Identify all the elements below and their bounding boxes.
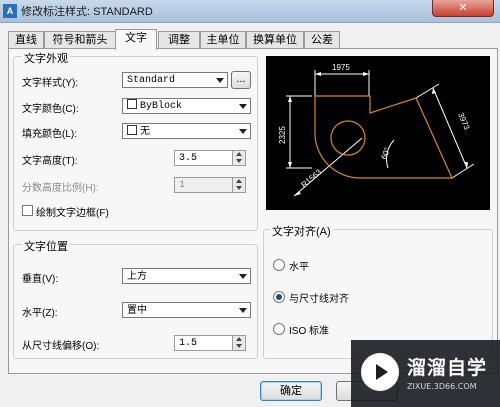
offset-spinner[interactable]: 1.5 — [174, 335, 246, 351]
text-color-select[interactable]: ByBlock — [122, 98, 251, 114]
text-appearance-title: 文字外观 — [22, 50, 70, 66]
tab-text[interactable]: 文字 — [115, 29, 157, 50]
dim-angle-label: 60° — [379, 146, 392, 160]
chevron-down-icon — [216, 78, 224, 83]
horizontal-label: 水平(Z): — [22, 308, 58, 319]
fill-color-select[interactable]: 无 — [122, 123, 251, 139]
chevron-down-icon — [239, 308, 247, 313]
text-style-browse-button[interactable]: ... — [231, 71, 251, 89]
fill-color-label: 填充颜色(L): — [22, 129, 77, 140]
chevron-down-icon — [239, 274, 247, 279]
dim-left-label: 2325 — [278, 126, 287, 144]
draw-frame-label: 绘制文字边框(F) — [36, 208, 109, 219]
align-with-dimline-label: 与尺寸线对齐 — [289, 294, 349, 305]
horizontal-select[interactable]: 置中 — [122, 302, 251, 318]
title-bar: A 修改标注样式: STANDARD ✕ — [0, 0, 500, 23]
align-with-dimline-radio[interactable] — [273, 291, 285, 303]
dim-top-label: 1975 — [332, 63, 350, 72]
text-height-label: 文字高度(T): — [22, 156, 78, 167]
fraction-scale-spinner: 1 — [174, 177, 246, 193]
fraction-scale-label: 分数高度比例(H): — [22, 183, 99, 194]
window-title: 修改标注样式: STANDARD — [21, 6, 153, 18]
spin-down-icon[interactable] — [232, 158, 245, 165]
tab-symbols-arrows[interactable]: 符号和箭头 — [44, 31, 116, 48]
color-swatch-icon — [127, 125, 137, 135]
vertical-select[interactable]: 上方 — [122, 268, 251, 284]
chevron-down-icon — [239, 104, 247, 109]
text-placement-group: 文字位置 垂直(V): 上方 水平(Z): 置中 从尺寸线偏移(O): 1.5 — [13, 238, 258, 359]
ok-button[interactable]: 确定 — [260, 381, 322, 401]
draw-frame-checkbox[interactable] — [22, 205, 33, 216]
spin-down-icon — [232, 185, 245, 192]
text-alignment-title: 文字对齐(A) — [270, 223, 333, 239]
dim-right-label: 3973 — [456, 111, 471, 131]
vertical-label: 垂直(V): — [22, 274, 59, 285]
watermark-logo: 溜溜自学 ZIXUE.3D66.COM — [351, 340, 500, 407]
tab-lines[interactable]: 直线 — [8, 31, 44, 48]
spin-down-icon[interactable] — [232, 343, 245, 350]
tab-tolerances[interactable]: 公差 — [304, 31, 340, 48]
align-horizontal-radio[interactable] — [273, 259, 285, 271]
tab-primary-units[interactable]: 主单位 — [200, 31, 246, 48]
app-icon: A — [3, 4, 17, 18]
chevron-down-icon — [239, 129, 247, 134]
dim-radius-label: R1563 — [300, 167, 324, 189]
tab-alternate-units[interactable]: 换算单位 — [246, 31, 304, 48]
tab-panel: 文字外观 文字样式(Y): Standard ... 文字颜色(C): ByBl… — [8, 48, 498, 374]
align-iso-radio[interactable] — [273, 323, 285, 335]
text-placement-title: 文字位置 — [22, 238, 70, 254]
preview-drawing: 1975 2325 3973 60° R1563 — [278, 63, 475, 197]
dimension-preview: 1975 2325 3973 60° R1563 — [266, 56, 490, 210]
align-iso-label: ISO 标准 — [289, 326, 330, 337]
text-color-label: 文字颜色(C): — [22, 104, 79, 115]
close-button[interactable]: ✕ — [432, 0, 494, 17]
color-swatch-icon — [127, 99, 137, 109]
text-appearance-group: 文字外观 文字样式(Y): Standard ... 文字颜色(C): ByBl… — [13, 50, 258, 231]
text-style-select[interactable]: Standard — [122, 72, 228, 88]
watermark-url: ZIXUE.3D66.COM — [407, 382, 477, 391]
text-height-spinner[interactable]: 3.5 — [174, 150, 246, 166]
offset-label: 从尺寸线偏移(O): — [22, 341, 100, 352]
watermark-name: 溜溜自学 — [407, 357, 488, 379]
align-horizontal-label: 水平 — [289, 262, 309, 273]
text-style-label: 文字样式(Y): — [22, 78, 79, 89]
play-logo-icon — [361, 353, 399, 391]
tab-fit[interactable]: 调整 — [158, 31, 200, 48]
